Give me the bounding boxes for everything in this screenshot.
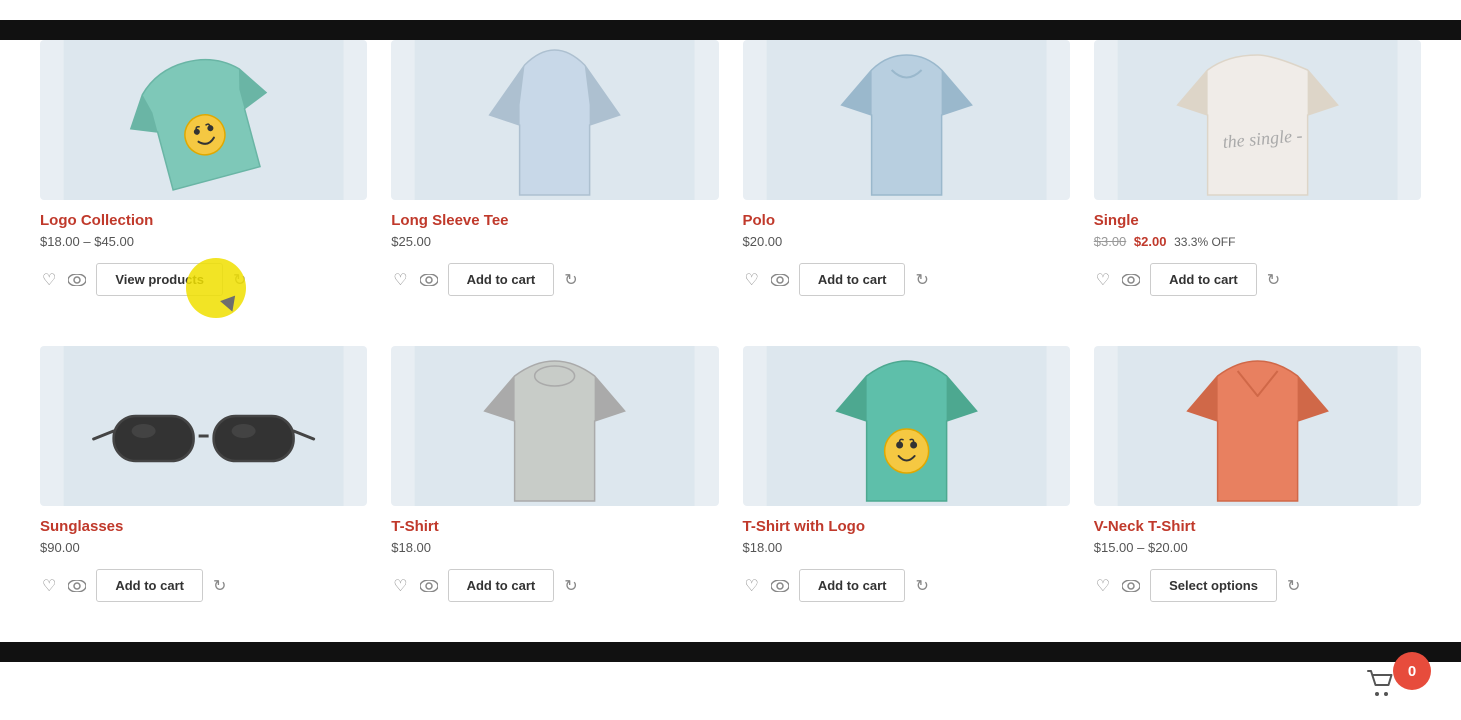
product-name-tshirt[interactable]: T-Shirt: [391, 518, 718, 535]
product-name-vneck-tshirt[interactable]: V-Neck T-Shirt: [1094, 518, 1421, 535]
product-actions-tshirt-logo: ♡ Add to cart ↻: [743, 569, 1070, 602]
product-name-logo-collection[interactable]: Logo Collection: [40, 212, 367, 229]
product-image-tshirt-logo[interactable]: [743, 346, 1070, 506]
product-actions-long-sleeve-tee: ♡ Add to cart ↻: [391, 263, 718, 296]
product-card-logo-collection: Logo Collection $18.00 – $45.00 ♡ View p…: [40, 40, 367, 296]
compare-btn-vneck-tshirt[interactable]: ↻: [1285, 574, 1302, 598]
product-price-sunglasses: $90.00: [40, 540, 367, 555]
product-image-polo[interactable]: [743, 40, 1070, 200]
product-price-tshirt-logo: $18.00: [743, 540, 1070, 555]
compare-btn-tshirt[interactable]: ↻: [562, 574, 579, 598]
product-card-sunglasses: Sunglasses $90.00 ♡ Add to cart ↻: [40, 346, 367, 602]
wishlist-btn-long-sleeve-tee[interactable]: ♡: [391, 268, 409, 292]
product-price-vneck-tshirt: $15.00 – $20.00: [1094, 540, 1421, 555]
compare-btn-long-sleeve-tee[interactable]: ↻: [562, 268, 579, 292]
product-card-tshirt-logo: T-Shirt with Logo $18.00 ♡ Add to cart ↻: [743, 346, 1070, 602]
compare-btn-tshirt-logo[interactable]: ↻: [913, 574, 930, 598]
cart-icon-wrapper[interactable]: [1364, 667, 1396, 702]
product-name-long-sleeve-tee[interactable]: Long Sleeve Tee: [391, 212, 718, 229]
wishlist-btn-tshirt[interactable]: ♡: [391, 574, 409, 598]
add-to-cart-btn-polo[interactable]: Add to cart: [799, 263, 906, 296]
add-to-cart-btn-sunglasses[interactable]: Add to cart: [96, 569, 203, 602]
product-name-polo[interactable]: Polo: [743, 212, 1070, 229]
product-price-logo-collection: $18.00 – $45.00: [40, 234, 367, 249]
product-card-long-sleeve-tee: Long Sleeve Tee $25.00 ♡ Add to cart ↻: [391, 40, 718, 296]
price-sale-single: $2.00: [1134, 234, 1167, 249]
products-grid-row2: Sunglasses $90.00 ♡ Add to cart ↻: [40, 326, 1421, 662]
wishlist-btn-polo[interactable]: ♡: [743, 268, 761, 292]
compare-btn-polo[interactable]: ↻: [913, 268, 930, 292]
wishlist-btn-tshirt-logo[interactable]: ♡: [743, 574, 761, 598]
product-card-tshirt: T-Shirt $18.00 ♡ Add to cart ↻: [391, 346, 718, 602]
product-image-vneck-tshirt[interactable]: [1094, 346, 1421, 506]
quickview-btn-sunglasses[interactable]: [66, 578, 88, 594]
add-to-cart-btn-long-sleeve-tee[interactable]: Add to cart: [448, 263, 555, 296]
product-image-long-sleeve-tee[interactable]: [391, 40, 718, 200]
highlight-circle: [186, 258, 246, 318]
price-discount-single: 33.3% OFF: [1174, 235, 1235, 249]
products-grid-row1: Logo Collection $18.00 – $45.00 ♡ View p…: [40, 20, 1421, 356]
product-name-tshirt-logo[interactable]: T-Shirt with Logo: [743, 518, 1070, 535]
add-to-cart-btn-tshirt[interactable]: Add to cart: [448, 569, 555, 602]
product-actions-vneck-tshirt: ♡ Select options ↻: [1094, 569, 1421, 602]
product-price-single: $3.00 $2.00 33.3% OFF: [1094, 234, 1421, 249]
product-card-polo: Polo $20.00 ♡ Add to cart ↻: [743, 40, 1070, 296]
quickview-btn-long-sleeve-tee[interactable]: [418, 272, 440, 288]
wishlist-btn-vneck-tshirt[interactable]: ♡: [1094, 574, 1112, 598]
add-to-cart-btn-tshirt-logo[interactable]: Add to cart: [799, 569, 906, 602]
quickview-btn-logo-collection[interactable]: [66, 272, 88, 288]
quickview-btn-single[interactable]: [1120, 272, 1142, 288]
product-card-vneck-tshirt: V-Neck T-Shirt $15.00 – $20.00 ♡ Select …: [1094, 346, 1421, 602]
select-options-btn-vneck-tshirt[interactable]: Select options: [1150, 569, 1277, 602]
price-original-single: $3.00: [1094, 234, 1127, 249]
product-image-single[interactable]: the single -: [1094, 40, 1421, 200]
wishlist-btn-single[interactable]: ♡: [1094, 268, 1112, 292]
wishlist-btn-sunglasses[interactable]: ♡: [40, 574, 58, 598]
quickview-btn-tshirt[interactable]: [418, 578, 440, 594]
product-image-sunglasses[interactable]: [40, 346, 367, 506]
add-to-cart-btn-single[interactable]: Add to cart: [1150, 263, 1257, 296]
cart-badge[interactable]: 0: [1393, 652, 1431, 690]
product-name-sunglasses[interactable]: Sunglasses: [40, 518, 367, 535]
product-price-tshirt: $18.00: [391, 540, 718, 555]
product-price-polo: $20.00: [743, 234, 1070, 249]
product-price-long-sleeve-tee: $25.00: [391, 234, 718, 249]
cart-icon: [1364, 667, 1396, 699]
product-image-tshirt[interactable]: [391, 346, 718, 506]
quickview-btn-tshirt-logo[interactable]: [769, 578, 791, 594]
product-actions-sunglasses: ♡ Add to cart ↻: [40, 569, 367, 602]
wishlist-btn-logo-collection[interactable]: ♡: [40, 268, 58, 292]
quickview-btn-vneck-tshirt[interactable]: [1120, 578, 1142, 594]
product-actions-single: ♡ Add to cart ↻: [1094, 263, 1421, 296]
quickview-btn-polo[interactable]: [769, 272, 791, 288]
compare-btn-sunglasses[interactable]: ↻: [211, 574, 228, 598]
product-name-single[interactable]: Single: [1094, 212, 1421, 229]
product-actions-tshirt: ♡ Add to cart ↻: [391, 569, 718, 602]
product-card-single: the single - Single $3.00 $2.00 33.3% OF…: [1094, 40, 1421, 296]
product-actions-polo: ♡ Add to cart ↻: [743, 263, 1070, 296]
product-image-logo-collection[interactable]: [40, 40, 367, 200]
compare-btn-single[interactable]: ↻: [1265, 268, 1282, 292]
